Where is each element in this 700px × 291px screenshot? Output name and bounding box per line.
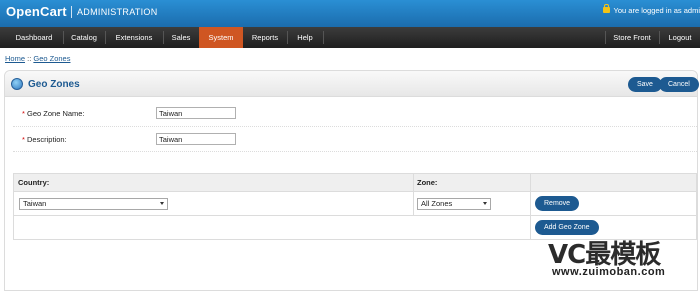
menu-item-sales[interactable]: Sales [164,27,198,48]
geo-zone-name-label-text: Geo Zone Name: [27,109,85,118]
country-select[interactable]: Taiwan [19,198,168,210]
logo-divider [71,6,72,18]
lock-icon [602,4,610,13]
required-marker: * [22,135,25,144]
menu-item-system[interactable]: System [199,27,243,48]
breadcrumb-separator: :: [27,54,32,63]
table-row: Taiwan All Zones Remove [14,192,696,216]
menu-item-reports[interactable]: Reports [244,27,286,48]
chevron-down-icon [160,202,164,205]
menu-divider [323,31,324,44]
top-header: OpenCart ADMINISTRATION You are logged i… [0,0,700,27]
description-input[interactable] [156,133,236,145]
login-status: You are logged in as admi [602,4,700,15]
description-label: * Description: [22,135,67,144]
watermark: VC最模板 www.zuimoban.com [548,234,698,290]
page-title: Geo Zones [28,79,80,90]
globe-icon [11,78,23,90]
save-button[interactable]: Save [628,77,662,92]
country-column-header: Country: [14,174,413,192]
zone-select-value: All Zones [421,199,453,208]
description-label-text: Description: [27,135,67,144]
menu-item-extensions[interactable]: Extensions [106,27,162,48]
menu-item-help[interactable]: Help [288,27,322,48]
geo-zone-name-row: * Geo Zone Name: [13,99,697,127]
required-marker: * [22,109,25,118]
breadcrumb-home[interactable]: Home [5,54,25,63]
geo-zone-name-input[interactable] [156,107,236,119]
menu-item-logout[interactable]: Logout [660,27,700,48]
watermark-url: www.zuimoban.com [552,266,666,278]
main-menu: Dashboard Catalog Extensions Sales Syste… [0,27,700,48]
menu-item-catalog[interactable]: Catalog [64,27,104,48]
action-column-header [530,174,696,192]
login-status-text: You are logged in as admi [613,6,700,15]
breadcrumb-geo-zones[interactable]: Geo Zones [33,54,70,63]
box-heading: Geo Zones Save Cancel [5,71,699,97]
zone-select[interactable]: All Zones [417,198,491,210]
add-geo-zone-button[interactable]: Add Geo Zone [535,220,599,235]
geo-zone-name-label: * Geo Zone Name: [22,109,85,118]
administration-label: ADMINISTRATION [77,7,158,17]
zone-table: Country: Zone: Taiwan All Zones Remove A… [13,173,697,240]
chevron-down-icon [483,202,487,205]
opencart-logo[interactable]: OpenCart [6,4,67,19]
menu-item-dashboard[interactable]: Dashboard [6,27,62,48]
country-select-value: Taiwan [23,199,47,208]
cancel-button[interactable]: Cancel [659,77,699,92]
remove-button[interactable]: Remove [535,196,580,211]
description-row: * Description: [13,127,697,152]
breadcrumb: Home :: Geo Zones [5,54,70,63]
zone-column-header: Zone: [413,174,530,192]
menu-item-store-front[interactable]: Store Front [606,27,658,48]
